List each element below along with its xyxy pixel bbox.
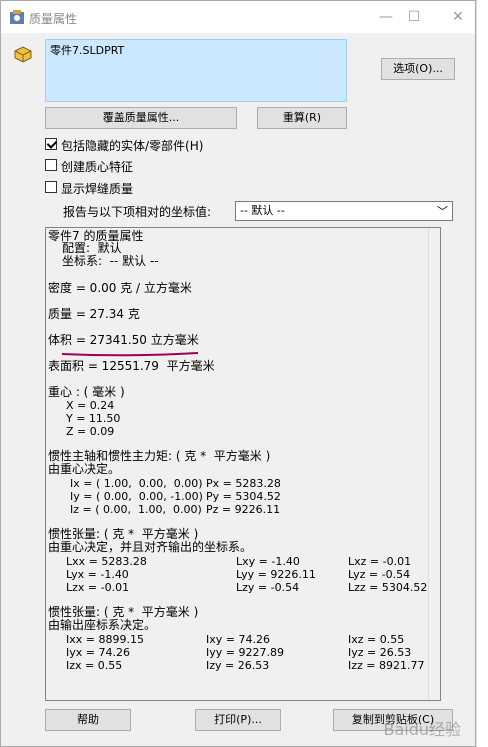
- density-line: 密度 = 0.00 克 / 立方毫米: [48, 281, 192, 295]
- principal-moment-px: Px = 5283.28: [206, 477, 281, 490]
- title-bar: 质量属性 — ☐ ✕: [1, 1, 475, 33]
- mass-properties-window: 质量属性 — ☐ ✕ 零件7.SLDPRT 选项(O)... 覆盖质量属性...…: [0, 0, 476, 747]
- principal-moment-pz: Pz = 9226.11: [206, 503, 281, 516]
- tensor-cell: Lyz = -0.54: [348, 568, 411, 581]
- print-button[interactable]: 打印(P)...: [195, 709, 281, 731]
- tensor-cell: Izx = 0.55: [66, 659, 123, 672]
- coordinate-system-value: -- 默认 --: [240, 204, 285, 217]
- tensor-cell: Lyx = -1.40: [66, 568, 129, 581]
- window-title: 质量属性: [29, 12, 78, 26]
- selected-items-list[interactable]: 零件7.SLDPRT: [45, 39, 347, 102]
- tensor-output-title: 惯性张量: ( 克 * 平方毫米 ): [48, 605, 199, 619]
- tensor-cell: Izy = 26.53: [206, 659, 270, 672]
- tensor-centroid-title: 惯性张量: ( 克 * 平方毫米 ): [48, 527, 199, 541]
- tensor-cell: Izz = 8921.77: [348, 659, 425, 672]
- surface-area-line: 表面积 = 12551.79 平方毫米: [48, 359, 215, 373]
- tensor-cell: Lxx = 5283.28: [66, 555, 147, 568]
- create-centroid-checkbox[interactable]: [45, 159, 57, 171]
- options-button[interactable]: 选项(O)...: [381, 58, 455, 80]
- volume-underline-annotation: [61, 352, 199, 357]
- tensor-cell: Lxz = -0.01: [348, 555, 412, 568]
- show-weld-mass-label: 显示焊缝质量: [61, 182, 134, 196]
- tensor-cell: Iyx = 74.26: [66, 646, 130, 659]
- mass-properties-icon: [10, 10, 24, 24]
- principal-title: 惯性主轴和惯性主力矩: ( 克 * 平方毫米 ): [48, 449, 271, 463]
- tensor-cell: Ixy = 74.26: [206, 633, 270, 646]
- principal-axis-iy: Iy = ( 0.00, 0.00, -1.00): [70, 490, 203, 503]
- help-button[interactable]: 帮助: [45, 709, 131, 731]
- centroid-y: Y = 11.50: [66, 412, 121, 425]
- centroid-z: Z = 0.09: [66, 425, 115, 438]
- results-scrollbar[interactable]: [428, 228, 440, 700]
- mass-line: 质量 = 27.34 克: [48, 307, 140, 321]
- tensor-cell: Ixz = 0.55: [348, 633, 405, 646]
- chevron-down-icon: ﹀: [437, 205, 448, 218]
- principal-axis-ix: Ix = ( 1.00, 0.00, 0.00): [70, 477, 203, 490]
- tensor-cell: Iyy = 9227.89: [206, 646, 284, 659]
- tensor-cell: Lzx = -0.01: [66, 581, 130, 594]
- coordinate-system-label: 报告与以下项相对的坐标值:: [63, 205, 212, 219]
- config-line: 配置: 默认: [62, 241, 122, 255]
- tensor-cell: Lzy = -0.54: [236, 581, 300, 594]
- tensor-output-subtitle: 由输出座标系决定。: [48, 618, 157, 632]
- tensor-cell: Lyy = 9226.11: [236, 568, 316, 581]
- include-hidden-checkbox[interactable]: [45, 138, 57, 150]
- principal-subtitle: 由重心决定。: [48, 462, 121, 476]
- watermark: Baidu经验: [383, 720, 461, 739]
- close-icon[interactable]: ✕: [443, 7, 473, 27]
- minimize-icon[interactable]: —: [371, 7, 401, 27]
- centroid-x: X = 0.24: [66, 399, 115, 412]
- tensor-cell: Lzz = 5304.52: [348, 581, 428, 594]
- principal-axis-iz: Iz = ( 0.00, 1.00, 0.00): [70, 503, 202, 516]
- tensor-cell: Lxy = -1.40: [236, 555, 300, 568]
- tensor-cell: Iyz = 26.53: [348, 646, 412, 659]
- centroid-title: 重心 : ( 毫米 ): [48, 385, 125, 399]
- results-panel[interactable]: 零件7 的质量属性 配置: 默认 坐标系: -- 默认 -- 密度 = 0.00…: [45, 227, 441, 701]
- volume-line: 体积 = 27341.50 立方毫米: [48, 333, 199, 347]
- principal-moment-py: Py = 5304.52: [206, 490, 281, 503]
- selected-item[interactable]: 零件7.SLDPRT: [50, 44, 124, 57]
- tensor-cell: Ixx = 8899.15: [66, 633, 144, 646]
- tensor-centroid-subtitle: 由重心决定，并且对齐输出的坐标系。: [48, 540, 253, 554]
- create-centroid-label: 创建质心特征: [61, 160, 134, 174]
- show-weld-mass-checkbox[interactable]: [45, 181, 57, 193]
- coordinate-system-select[interactable]: -- 默认 -- ﹀: [235, 201, 453, 221]
- recalculate-button[interactable]: 重算(R): [257, 107, 347, 129]
- override-mass-button[interactable]: 覆盖质量属性...: [45, 107, 237, 129]
- maximize-icon[interactable]: ☐: [399, 7, 429, 27]
- include-hidden-label: 包括隐藏的实体/零部件(H): [61, 139, 204, 153]
- background-edge: [476, 0, 488, 747]
- part-icon: [14, 46, 32, 63]
- coordsys-line: 坐标系: -- 默认 --: [62, 254, 159, 268]
